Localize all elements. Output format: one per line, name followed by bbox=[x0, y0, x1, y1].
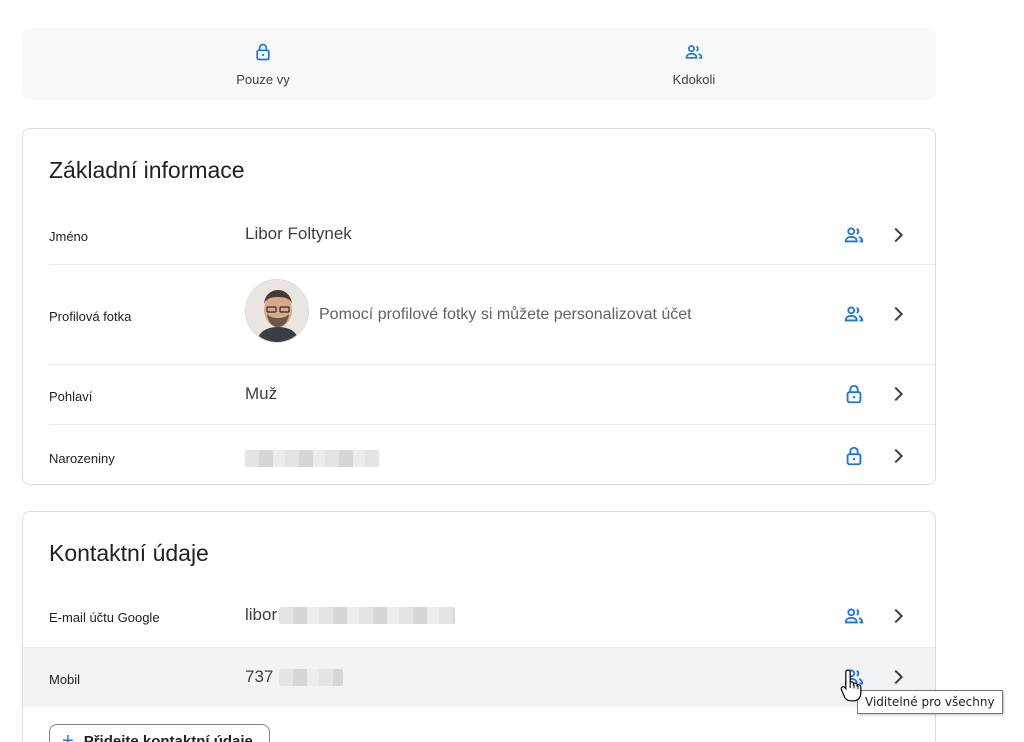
row-birthday[interactable]: Narozeniny bbox=[49, 424, 935, 484]
plus-icon: + bbox=[62, 730, 74, 742]
people-icon[interactable] bbox=[843, 303, 865, 325]
people-icon[interactable] bbox=[843, 605, 865, 627]
chevron-right-icon[interactable] bbox=[887, 666, 909, 688]
row-mobile-label: Mobil bbox=[49, 672, 81, 687]
legend-anyone: Kdokoli bbox=[634, 42, 754, 87]
row-name[interactable]: Jméno Libor Foltynek bbox=[49, 209, 935, 265]
people-icon[interactable] bbox=[843, 224, 865, 246]
visibility-tooltip: Viditelné pro všechny bbox=[857, 690, 1003, 714]
contact-info-title: Kontaktní údaje bbox=[49, 540, 209, 566]
row-mobile[interactable]: Mobil 737 bbox=[23, 647, 935, 707]
hand-cursor-icon bbox=[840, 669, 862, 702]
chevron-right-icon[interactable] bbox=[887, 445, 909, 467]
people-icon bbox=[685, 45, 703, 59]
redacted-value bbox=[279, 607, 456, 625]
row-name-value: Libor Foltynek bbox=[245, 224, 352, 243]
row-email-value: libor bbox=[245, 605, 456, 625]
row-name-label: Jméno bbox=[49, 229, 89, 244]
profile-photo-image bbox=[246, 280, 308, 342]
row-gender-label: Pohlaví bbox=[49, 389, 93, 404]
visibility-legend: Pouze vy Kdokoli bbox=[22, 28, 936, 100]
lock-icon[interactable] bbox=[843, 445, 865, 467]
avatar[interactable] bbox=[245, 279, 309, 343]
row-mobile-text: 737 bbox=[245, 667, 274, 686]
chevron-right-icon[interactable] bbox=[887, 605, 909, 627]
row-profile-photo[interactable]: Profilová fotka Pomocí profilové fotky s… bbox=[49, 264, 935, 364]
add-contact-info-button[interactable]: + Přidejte kontaktní údaje bbox=[49, 724, 270, 742]
chevron-right-icon[interactable] bbox=[887, 303, 909, 325]
row-email-label: E-mail účtu Google bbox=[49, 610, 160, 625]
basic-info-card: Základní informace Jméno Libor Foltynek … bbox=[22, 128, 936, 485]
redacted-value bbox=[245, 450, 379, 468]
row-birthday-label: Narozeniny bbox=[49, 451, 115, 466]
chevron-right-icon[interactable] bbox=[887, 224, 909, 246]
row-email-text: libor bbox=[245, 605, 278, 624]
redacted-value bbox=[279, 669, 344, 687]
legend-only-you-label: Pouze vy bbox=[236, 72, 290, 87]
lock-icon bbox=[256, 43, 270, 61]
legend-only-you: Pouze vy bbox=[203, 42, 323, 87]
basic-info-title: Základní informace bbox=[49, 157, 245, 183]
row-google-email[interactable]: E-mail účtu Google libor bbox=[49, 592, 935, 648]
row-birthday-value bbox=[245, 448, 379, 468]
row-photo-label: Profilová fotka bbox=[49, 309, 132, 324]
row-gender[interactable]: Pohlaví Muž bbox=[49, 364, 935, 424]
contact-info-card: Kontaktní údaje E-mail účtu Google libor… bbox=[22, 511, 936, 742]
chevron-right-icon[interactable] bbox=[887, 383, 909, 405]
add-contact-info-label: Přidejte kontaktní údaje bbox=[83, 732, 253, 742]
row-mobile-value: 737 bbox=[245, 667, 344, 687]
row-photo-hint: Pomocí profilové fotky si můžete persona… bbox=[319, 306, 692, 323]
lock-icon[interactable] bbox=[843, 383, 865, 405]
row-gender-value: Muž bbox=[245, 384, 278, 403]
legend-anyone-label: Kdokoli bbox=[672, 72, 716, 87]
